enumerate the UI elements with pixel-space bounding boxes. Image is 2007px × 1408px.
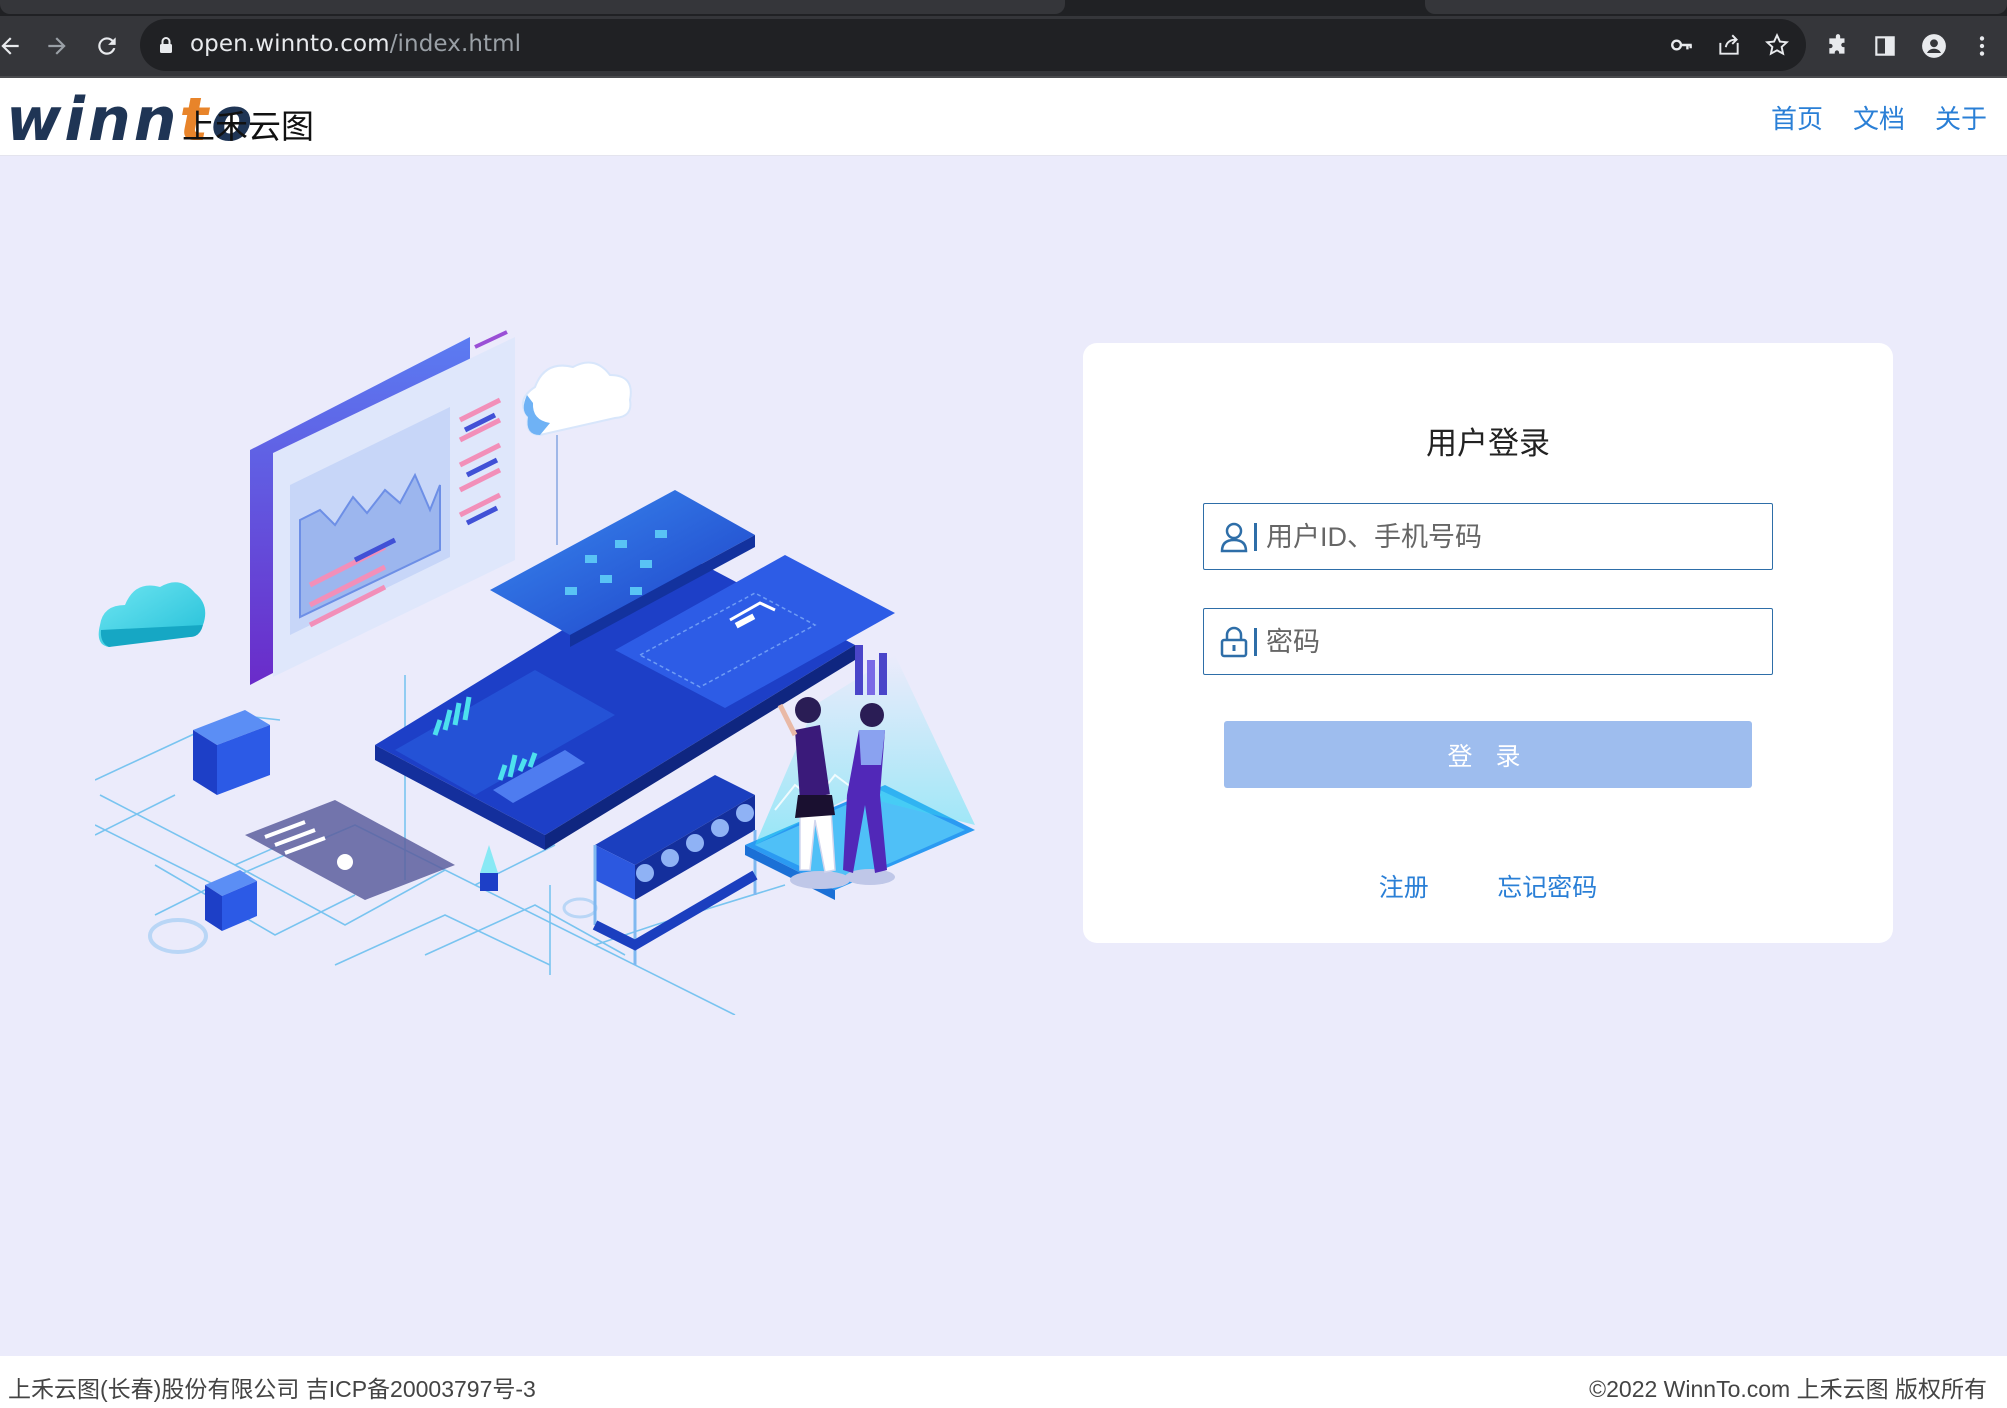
share-icon[interactable] bbox=[1716, 32, 1742, 58]
star-icon[interactable] bbox=[1764, 32, 1790, 58]
browser-tab[interactable] bbox=[1425, 0, 2007, 14]
input-divider bbox=[1254, 523, 1257, 551]
browser-menu-button[interactable] bbox=[1966, 30, 1998, 62]
avatar-icon bbox=[1922, 34, 1946, 58]
forward-button[interactable] bbox=[41, 30, 73, 62]
lock-icon bbox=[1220, 626, 1248, 658]
cube-shape bbox=[193, 710, 270, 795]
ring-shape bbox=[562, 897, 598, 919]
input-divider bbox=[1254, 628, 1257, 656]
extensions-button[interactable] bbox=[1822, 30, 1854, 62]
kebab-menu-icon bbox=[1979, 36, 1985, 56]
address-bar[interactable]: open.winnto.com/index.html bbox=[140, 19, 1806, 71]
arrow-left-icon bbox=[1, 37, 19, 55]
site-footer: 上禾云图(长春)股份有限公司 吉ICP备20003797号-3 ©2022 Wi… bbox=[0, 1356, 2007, 1408]
card-links: 注册 忘记密码 bbox=[1083, 868, 1893, 904]
cloud-shape-large bbox=[521, 361, 632, 545]
lock-icon[interactable] bbox=[156, 35, 176, 55]
cloud-shape-small bbox=[98, 582, 206, 647]
user-icon bbox=[1220, 522, 1248, 553]
register-link[interactable]: 注册 bbox=[1379, 874, 1429, 902]
password-input[interactable] bbox=[1266, 617, 1756, 667]
footer-company-info: 上禾云图(长春)股份有限公司 吉ICP备20003797号-3 bbox=[8, 1376, 536, 1402]
reload-icon bbox=[98, 37, 116, 55]
site-header: winnto 上禾云图 首页 文档 关于 bbox=[0, 78, 2007, 156]
side-panel-icon bbox=[1875, 36, 1895, 56]
circuit-board bbox=[245, 800, 455, 900]
forgot-password-link[interactable]: 忘记密码 bbox=[1497, 874, 1597, 902]
ring-shape bbox=[148, 918, 208, 954]
hero-illustration bbox=[95, 330, 975, 1015]
arrow-right-icon bbox=[48, 37, 66, 55]
browser-tab-strip bbox=[0, 0, 2007, 16]
reload-button[interactable] bbox=[91, 30, 123, 62]
footer-copyright: ©2022 WinnTo.com 上禾云图 版权所有 bbox=[1589, 1376, 1987, 1402]
key-icon[interactable] bbox=[1669, 32, 1695, 58]
main-nav: 首页 文档 关于 bbox=[1771, 99, 1987, 136]
browser-toolbar: open.winnto.com/index.html bbox=[0, 16, 2007, 76]
dashboard-screen bbox=[250, 330, 515, 685]
cube-shape bbox=[205, 870, 257, 931]
puzzle-icon bbox=[1829, 34, 1845, 54]
nav-link-home[interactable]: 首页 bbox=[1771, 99, 1823, 136]
browser-tab[interactable] bbox=[0, 0, 1065, 14]
side-panel-button[interactable] bbox=[1869, 30, 1901, 62]
address-url[interactable]: open.winnto.com/index.html bbox=[190, 31, 521, 57]
cube-shape-glow bbox=[480, 845, 498, 891]
username-input[interactable] bbox=[1266, 512, 1756, 562]
login-button[interactable]: 登 录 bbox=[1224, 721, 1752, 788]
nav-link-about[interactable]: 关于 bbox=[1935, 99, 1987, 136]
login-title: 用户登录 bbox=[1426, 426, 1550, 461]
brand-name: 上禾云图 bbox=[182, 108, 314, 145]
username-field[interactable] bbox=[1203, 503, 1773, 570]
profile-button[interactable] bbox=[1918, 30, 1950, 62]
login-card: 用户登录 登 录 注册 忘记密码 bbox=[1083, 343, 1893, 943]
password-field[interactable] bbox=[1203, 608, 1773, 675]
nav-link-docs[interactable]: 文档 bbox=[1853, 99, 1905, 136]
back-button[interactable] bbox=[0, 30, 26, 62]
